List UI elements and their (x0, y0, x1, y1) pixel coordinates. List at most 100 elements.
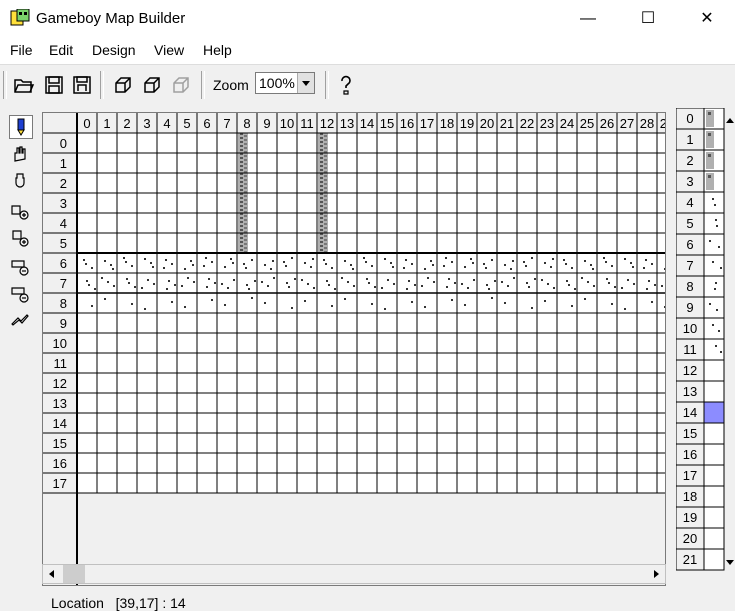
column-label: 9 (263, 116, 270, 131)
ground-dot (584, 260, 586, 262)
ground-dot (392, 266, 394, 268)
ground-dot (248, 288, 250, 290)
scroll-down-icon[interactable] (724, 558, 735, 568)
menu-edit[interactable]: Edit (49, 42, 73, 58)
ground-dot (371, 265, 373, 267)
ground-dot (174, 284, 176, 286)
ground-dot (270, 268, 272, 270)
tile-index-label: 13 (683, 384, 697, 399)
tile-grid[interactable]: 0123456789101112131415161718192021 (676, 108, 735, 574)
ground-dot (624, 258, 626, 260)
tile-palette[interactable]: 0 1 2 3 4 5 6 7 8 9 10 11 12 13 14 15 16 17 18 19 20 21 (676, 108, 735, 574)
ground-dot (104, 298, 106, 300)
scroll-right-icon[interactable] (647, 565, 665, 583)
tile-index-label: 4 (686, 195, 693, 210)
link-tool[interactable] (9, 310, 33, 334)
ground-dot (112, 268, 114, 270)
tile-index-label: 19 (683, 510, 697, 525)
ground-dot (544, 300, 546, 302)
row-label: 10 (53, 336, 67, 351)
ground-dot (101, 277, 103, 279)
tile-index-label: 5 (686, 216, 693, 231)
tile-swatch (703, 275, 725, 298)
tile-pattern (718, 330, 720, 332)
ground-dot (150, 262, 152, 264)
ground-dot (430, 260, 432, 262)
insert-row-tool[interactable] (9, 200, 33, 224)
ground-dot (347, 281, 349, 283)
ground-dot (384, 308, 386, 310)
help-icon[interactable] (334, 73, 358, 97)
ground-dot (384, 258, 386, 260)
ground-dot (211, 299, 213, 301)
ground-dot (104, 260, 106, 262)
minimize-button[interactable]: — (565, 0, 611, 38)
scroll-up-icon[interactable] (724, 116, 735, 126)
maximize-button[interactable]: ☐ (625, 0, 671, 38)
delete-column-tool[interactable] (9, 283, 33, 307)
menu-help[interactable]: Help (203, 42, 232, 58)
location-label: Location (51, 595, 104, 611)
scroll-thumb[interactable] (63, 565, 85, 583)
menu-view[interactable]: View (154, 42, 184, 58)
menu-design[interactable]: Design (92, 42, 136, 58)
status-location: Location [39,17] : 14 (51, 595, 186, 611)
column-label: 16 (400, 116, 414, 131)
ground-dot (651, 301, 653, 303)
ground-dot (587, 281, 589, 283)
ground-dot (267, 285, 269, 287)
row-label: 0 (60, 136, 67, 151)
tile-box-disabled-icon[interactable] (169, 73, 193, 97)
ground-dot (553, 287, 555, 289)
insert-row-icon (11, 205, 29, 220)
location-value: [39,17] : 14 (115, 595, 186, 611)
scroll-left-icon[interactable] (43, 565, 61, 583)
ground-dot (291, 307, 293, 309)
tile-pattern (708, 175, 711, 178)
map-editor[interactable]: 0 1 2 3 4 5 6 7 8 9 10 11 12 13 14 15 16 17 18 19 20 21 22 23 24… (42, 112, 666, 586)
zoom-select[interactable]: 100% (255, 72, 315, 94)
ground-dot (451, 299, 453, 301)
ground-dot (331, 267, 333, 269)
open-icon[interactable] (12, 73, 36, 97)
row-label: 13 (53, 396, 67, 411)
ground-dot (128, 282, 130, 284)
ground-dot (483, 263, 485, 265)
flood-fill-tool[interactable] (9, 143, 33, 167)
chevron-down-icon[interactable] (297, 73, 314, 93)
maximize-icon: ☐ (640, 10, 656, 27)
ground-dot (328, 284, 330, 286)
tile-box-icon[interactable] (111, 73, 135, 97)
ground-dot (491, 259, 493, 261)
ground-dot (123, 257, 125, 259)
pick-tool[interactable] (9, 170, 33, 194)
save-as-icon[interactable] (70, 73, 94, 97)
ground-dot (381, 287, 383, 289)
ground-dot (614, 286, 616, 288)
save-icon[interactable] (42, 73, 66, 97)
menu-file[interactable]: File (10, 42, 33, 58)
ground-dot (352, 268, 354, 270)
ground-dot (501, 281, 503, 283)
ground-dot (421, 285, 423, 287)
ground-dot (414, 284, 416, 286)
pencil-tool[interactable] (9, 115, 33, 139)
row-label: 16 (53, 456, 67, 471)
tile-pattern (714, 288, 716, 290)
close-button[interactable]: ✕ (684, 0, 730, 38)
ground-dot (134, 286, 136, 288)
horizontal-scrollbar[interactable] (42, 564, 666, 584)
ground-dot (304, 300, 306, 302)
tile-box-outline-icon[interactable] (140, 73, 164, 97)
ground-dot (526, 282, 528, 284)
delete-row-tool[interactable] (9, 256, 33, 280)
tile-swatch (703, 443, 725, 466)
map-grid[interactable]: 0 1 2 3 4 5 6 7 8 9 10 11 12 13 14 15 16 17 18 19 20 21 22 23 24… (43, 113, 666, 586)
insert-column-tool[interactable] (9, 227, 33, 251)
ground-dot (184, 268, 186, 270)
ground-dot (208, 278, 210, 280)
tile-pattern (708, 133, 711, 136)
ground-dot (464, 304, 466, 306)
ground-dot (643, 267, 645, 269)
ground-dot (251, 297, 253, 299)
